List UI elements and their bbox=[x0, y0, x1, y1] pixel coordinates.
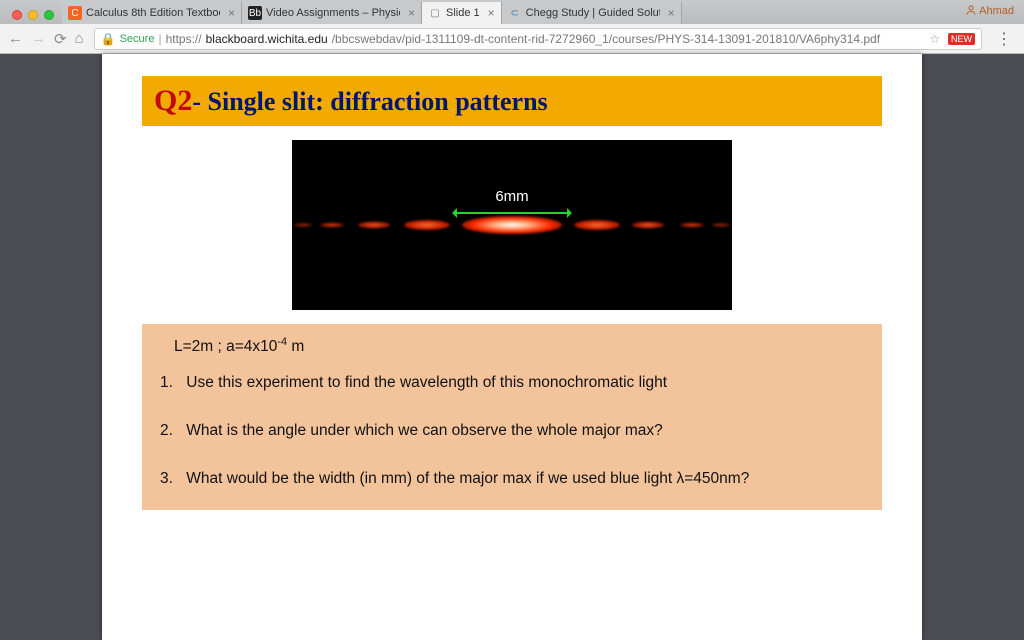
browser-tab[interactable]: C Calculus 8th Edition Textbook × bbox=[62, 2, 242, 24]
maximize-window[interactable] bbox=[44, 10, 54, 20]
extension-badge[interactable]: NEW bbox=[948, 33, 975, 45]
diffraction-image: 6mm bbox=[292, 140, 732, 310]
diffraction-fringe bbox=[462, 216, 562, 234]
question-box: L=2m ; a=4x10-4 m 1. Use this experiment… bbox=[142, 324, 882, 510]
lock-icon: 🔒 bbox=[101, 32, 116, 46]
diffraction-fringe bbox=[320, 223, 344, 228]
secure-label: Secure bbox=[120, 33, 155, 45]
pdf-viewport: Q2- Single slit: diffraction patterns 6m… bbox=[0, 54, 1024, 640]
question-item: 2. What is the angle under which we can … bbox=[160, 422, 864, 440]
diffraction-fringe bbox=[574, 220, 620, 230]
tab-favicon: Bb bbox=[248, 6, 262, 20]
tab-title: Calculus 8th Edition Textbook bbox=[86, 7, 220, 19]
question-number: Q2 bbox=[154, 84, 192, 117]
bookmark-star-icon[interactable]: ☆ bbox=[929, 32, 940, 46]
close-window[interactable] bbox=[12, 10, 22, 20]
diffraction-fringe bbox=[358, 222, 390, 229]
tab-favicon: ⊂ bbox=[508, 6, 522, 20]
close-tab-icon[interactable]: × bbox=[408, 6, 415, 20]
question-list: 1. Use this experiment to find the wavel… bbox=[160, 374, 864, 488]
browser-tab[interactable]: ▢ Slide 1 × bbox=[422, 2, 502, 24]
tab-title: Slide 1 bbox=[446, 7, 480, 19]
diffraction-fringe bbox=[712, 223, 730, 227]
home-button[interactable]: ⌂ bbox=[75, 30, 84, 48]
slide-page: Q2- Single slit: diffraction patterns 6m… bbox=[102, 54, 922, 640]
given-parameters: L=2m ; a=4x10-4 m bbox=[174, 336, 864, 356]
close-tab-icon[interactable]: × bbox=[668, 6, 675, 20]
minimize-window[interactable] bbox=[28, 10, 38, 20]
reload-button[interactable]: ⟳ bbox=[54, 30, 67, 48]
slide-title: Q2- Single slit: diffraction patterns bbox=[142, 76, 882, 126]
window-controls[interactable] bbox=[12, 10, 54, 20]
close-tab-icon[interactable]: × bbox=[228, 6, 235, 20]
diffraction-fringe bbox=[680, 223, 704, 228]
question-item: 3. What would be the width (in mm) of th… bbox=[160, 470, 864, 488]
browser-tab[interactable]: ⊂ Chegg Study | Guided Solution × bbox=[502, 2, 682, 24]
diffraction-fringe bbox=[404, 220, 450, 230]
diffraction-fringe bbox=[632, 222, 664, 229]
diffraction-fringe bbox=[294, 223, 312, 227]
address-bar: ← → ⟳ ⌂ 🔒 Secure | https://blackboard.wi… bbox=[0, 24, 1024, 54]
profile-indicator[interactable]: Ahmad bbox=[965, 4, 1014, 17]
tab-favicon: ▢ bbox=[428, 6, 442, 20]
close-tab-icon[interactable]: × bbox=[488, 6, 495, 20]
tab-favicon: C bbox=[68, 6, 82, 20]
browser-tab[interactable]: Bb Video Assignments – Physics f × bbox=[242, 2, 422, 24]
back-button[interactable]: ← bbox=[8, 30, 23, 48]
forward-button: → bbox=[31, 30, 46, 48]
scale-arrow bbox=[456, 212, 568, 214]
scale-label: 6mm bbox=[495, 188, 528, 205]
slide-title-text: Single slit: diffraction patterns bbox=[201, 87, 548, 116]
tab-bar: C Calculus 8th Edition Textbook × Bb Video A… bbox=[0, 0, 1024, 24]
browser-menu-icon[interactable]: ⋮ bbox=[992, 29, 1016, 49]
url-field[interactable]: 🔒 Secure | https://blackboard.wichita.ed… bbox=[94, 28, 982, 50]
browser-chrome: C Calculus 8th Edition Textbook × Bb Video A… bbox=[0, 0, 1024, 54]
tab-title: Video Assignments – Physics f bbox=[266, 7, 400, 19]
tab-title: Chegg Study | Guided Solution bbox=[526, 7, 660, 19]
question-item: 1. Use this experiment to find the wavel… bbox=[160, 374, 864, 392]
